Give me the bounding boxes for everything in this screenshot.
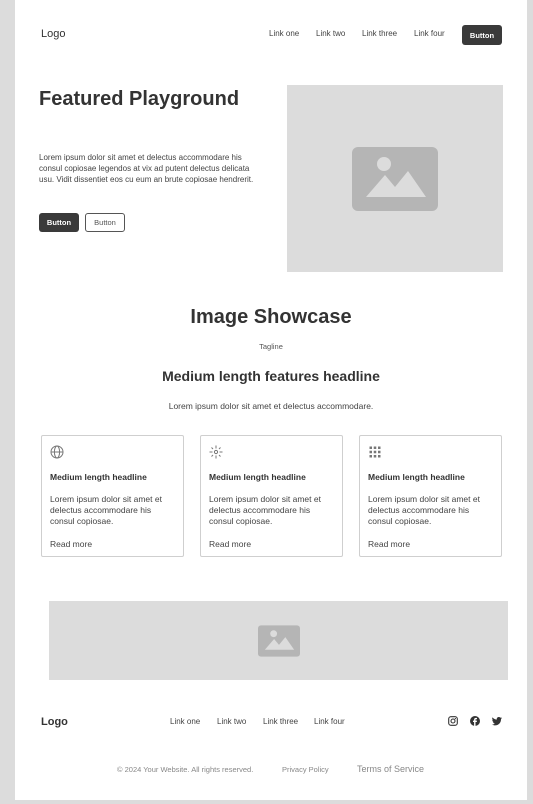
footer-link-four[interactable]: Link four bbox=[314, 717, 345, 726]
card-body: Lorem ipsum dolor sit amet et delectus a… bbox=[368, 494, 480, 526]
card-read-more-link[interactable]: Read more bbox=[368, 539, 410, 549]
banner-image-placeholder bbox=[49, 601, 508, 680]
sparkle-icon bbox=[209, 445, 223, 459]
grid-dots-icon bbox=[369, 446, 381, 458]
terms-of-service-link[interactable]: Terms of Service bbox=[357, 764, 424, 774]
features-subtext: Lorem ipsum dolor sit amet et delectus a… bbox=[168, 401, 374, 411]
hero-title: Featured Playground bbox=[39, 88, 240, 110]
hero-image-placeholder bbox=[287, 85, 503, 272]
features-headline: Medium length features headline bbox=[162, 368, 380, 384]
card-headline: Medium length headline bbox=[368, 472, 465, 482]
showcase-tagline: Tagline bbox=[259, 342, 283, 351]
footer-link-two[interactable]: Link two bbox=[217, 717, 246, 726]
hero-secondary-button[interactable]: Button bbox=[85, 213, 125, 232]
globe-icon bbox=[50, 445, 64, 459]
hero-primary-button[interactable]: Button bbox=[39, 213, 79, 232]
twitter-icon[interactable] bbox=[492, 716, 502, 726]
nav-link-three[interactable]: Link three bbox=[362, 29, 397, 38]
header-button[interactable]: Button bbox=[462, 25, 502, 45]
privacy-policy-link[interactable]: Privacy Policy bbox=[282, 765, 329, 774]
footer-logo[interactable]: Logo bbox=[41, 716, 68, 728]
header-logo[interactable]: Logo bbox=[41, 28, 65, 40]
showcase-title: Image Showcase bbox=[190, 306, 352, 328]
nav-link-four[interactable]: Link four bbox=[414, 29, 445, 38]
feature-card: Medium length headline Lorem ipsum dolor… bbox=[200, 435, 343, 557]
image-icon bbox=[352, 146, 438, 211]
card-read-more-link[interactable]: Read more bbox=[50, 539, 92, 549]
feature-card: Medium length headline Lorem ipsum dolor… bbox=[359, 435, 502, 557]
footer-link-one[interactable]: Link one bbox=[170, 717, 200, 726]
copyright-text: © 2024 Your Website. All rights reserved… bbox=[117, 765, 254, 774]
feature-card: Medium length headline Lorem ipsum dolor… bbox=[41, 435, 184, 557]
card-headline: Medium length headline bbox=[50, 472, 147, 482]
page: Logo Link one Link two Link three Link f… bbox=[15, 0, 527, 800]
hero-text: Lorem ipsum dolor sit amet et delectus a… bbox=[39, 153, 254, 184]
facebook-icon[interactable] bbox=[470, 716, 480, 726]
instagram-icon[interactable] bbox=[448, 716, 458, 726]
card-body: Lorem ipsum dolor sit amet et delectus a… bbox=[209, 494, 321, 526]
card-body: Lorem ipsum dolor sit amet et delectus a… bbox=[50, 494, 162, 526]
nav-link-two[interactable]: Link two bbox=[316, 29, 345, 38]
card-headline: Medium length headline bbox=[209, 472, 306, 482]
footer-link-three[interactable]: Link three bbox=[263, 717, 298, 726]
image-icon bbox=[257, 624, 300, 657]
nav-link-one[interactable]: Link one bbox=[269, 29, 299, 38]
card-read-more-link[interactable]: Read more bbox=[209, 539, 251, 549]
